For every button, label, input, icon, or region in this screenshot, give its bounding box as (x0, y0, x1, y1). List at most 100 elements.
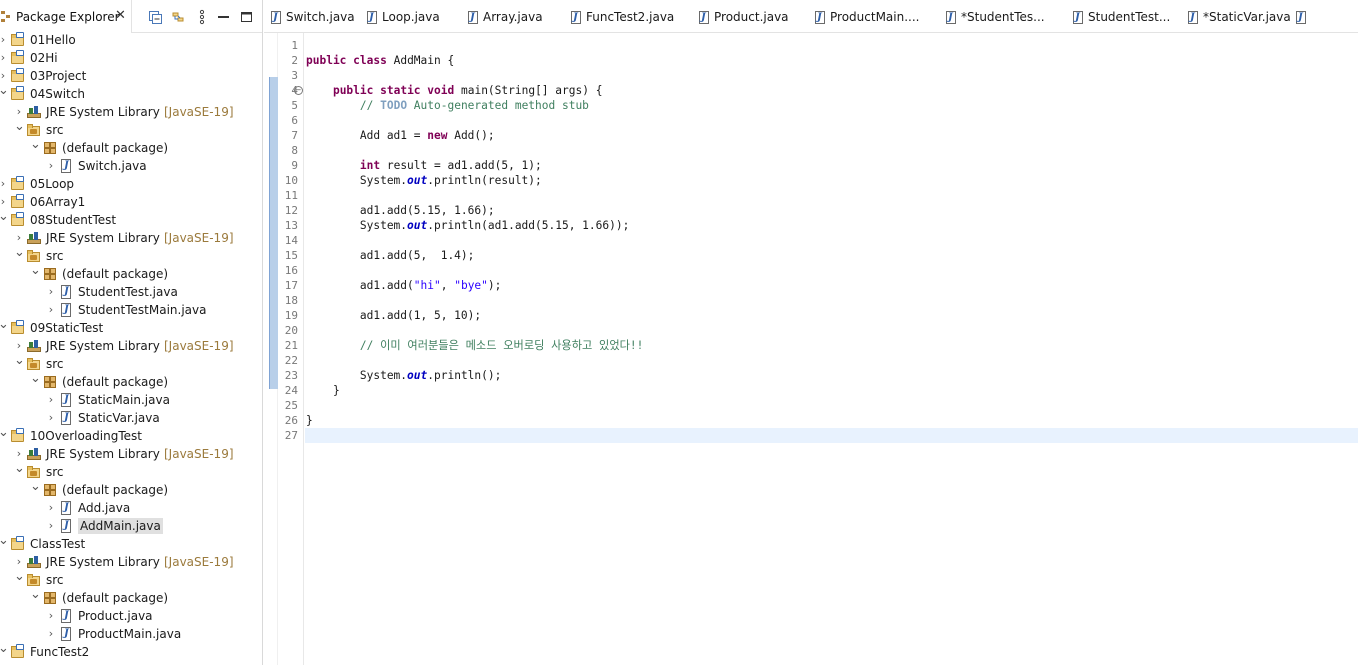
chevron-right-icon[interactable]: › (0, 34, 8, 46)
chevron-down-icon[interactable]: ⌄ (14, 120, 25, 133)
tree-item-project[interactable]: › 05Loop (0, 175, 262, 193)
tree-item-project[interactable]: › 01Hello (0, 31, 262, 49)
chevron-down-icon[interactable]: ⌄ (30, 138, 41, 151)
tree-item-project[interactable]: › 06Array1 (0, 193, 262, 211)
code-line[interactable]: // TODO Auto-generated method stub (306, 98, 589, 113)
chevron-right-icon[interactable]: › (46, 394, 56, 406)
editor-tab[interactable]: J FuncTest2.java (564, 0, 692, 32)
code-line[interactable]: // 이미 여러분들은 메소드 오버로딩 사용하고 있었다!! (306, 338, 644, 353)
tree-item-java[interactable]: › J StudentTestMain.java (0, 301, 262, 319)
tree-item-library[interactable]: › JRE System Library [JavaSE-19] (0, 553, 262, 571)
chevron-down-icon[interactable]: ⌄ (0, 84, 9, 97)
chevron-down-icon[interactable]: ⌄ (30, 372, 41, 385)
link-with-editor-icon[interactable] (170, 9, 186, 25)
tree-item-project[interactable]: ⌄ ClassTest (0, 534, 262, 553)
chevron-down-icon[interactable]: ⌄ (30, 588, 41, 601)
tree-item-package[interactable]: ⌄ (default package) (0, 372, 262, 391)
chevron-right-icon[interactable]: › (14, 340, 24, 352)
chevron-right-icon[interactable]: › (46, 286, 56, 298)
tree-item-project[interactable]: ⌄ 08StudentTest (0, 210, 262, 229)
code-line[interactable]: System.out.println(); (306, 368, 501, 383)
tree-item-project[interactable]: › 02Hi (0, 49, 262, 67)
collapse-all-icon[interactable] (147, 9, 163, 25)
chevron-right-icon[interactable]: › (46, 160, 56, 172)
chevron-right-icon[interactable]: › (14, 106, 24, 118)
chevron-down-icon[interactable]: ⌄ (14, 462, 25, 475)
code-line[interactable]: System.out.println(ad1.add(5.15, 1.66)); (306, 218, 629, 233)
tree-item-package[interactable]: ⌄ (default package) (0, 588, 262, 607)
code-line[interactable]: ad1.add(5, 1.4); (306, 248, 475, 263)
maximize-icon[interactable] (239, 9, 255, 25)
chevron-right-icon[interactable]: › (0, 178, 8, 190)
chevron-right-icon[interactable]: › (46, 610, 56, 622)
tree-item-java[interactable]: › J Add.java (0, 499, 262, 517)
tree-item-library[interactable]: › JRE System Library [JavaSE-19] (0, 337, 262, 355)
chevron-down-icon[interactable]: ⌄ (0, 426, 9, 439)
code-line[interactable]: ad1.add("hi", "bye"); (306, 278, 502, 293)
chevron-down-icon[interactable]: ⌄ (14, 246, 25, 259)
tree-item-java[interactable]: › J Switch.java (0, 157, 262, 175)
code-line[interactable]: Add ad1 = new Add(); (306, 128, 495, 143)
chevron-right-icon[interactable]: › (14, 232, 24, 244)
code-line[interactable]: public static void main(String[] args) { (306, 83, 602, 98)
tree-item-package[interactable]: ⌄ (default package) (0, 264, 262, 283)
tree-item-project[interactable]: › 03Project (0, 67, 262, 85)
fold-collapse-icon[interactable]: − (294, 86, 303, 95)
editor-tab[interactable]: J Product.java (692, 0, 808, 32)
view-menu-icon[interactable] (194, 9, 210, 25)
chevron-right-icon[interactable]: › (0, 196, 8, 208)
tree-item-java[interactable]: › J Product.java (0, 607, 262, 625)
tree-item-package[interactable]: ⌄ (default package) (0, 138, 262, 157)
chevron-right-icon[interactable]: › (14, 556, 24, 568)
chevron-right-icon[interactable]: › (0, 70, 8, 82)
tree-item-java[interactable]: › J ProductMain.java (0, 625, 262, 643)
code-line[interactable]: ad1.add(5.15, 1.66); (306, 203, 495, 218)
chevron-right-icon[interactable]: › (0, 52, 8, 64)
editor-tab[interactable]: J Array.java (461, 0, 564, 32)
chevron-down-icon[interactable]: ⌄ (30, 264, 41, 277)
code-line[interactable]: ad1.add(1, 5, 10); (306, 308, 481, 323)
code-line[interactable]: } (306, 383, 340, 398)
chevron-down-icon[interactable]: ⌄ (0, 318, 9, 331)
code-line[interactable]: } (306, 413, 313, 428)
code-line[interactable]: public class AddMain { (306, 53, 454, 68)
chevron-right-icon[interactable]: › (14, 448, 24, 460)
chevron-down-icon[interactable]: ⌄ (14, 354, 25, 367)
editor-tab[interactable]: J Loop.java (360, 0, 461, 32)
package-explorer-tab[interactable]: Package Explorer ✕ (0, 0, 132, 33)
tree-item-java[interactable]: › J AddMain.java (0, 517, 262, 535)
java-file-icon[interactable]: J (1295, 11, 1307, 25)
chevron-right-icon[interactable]: › (46, 628, 56, 640)
editor-tab[interactable]: J *StudentTes... (939, 0, 1066, 32)
tree-item-java[interactable]: › J StudentTest.java (0, 283, 262, 301)
chevron-down-icon[interactable]: ⌄ (0, 210, 9, 223)
tree-item-project[interactable]: ⌄ 09StaticTest (0, 318, 262, 337)
chevron-right-icon[interactable]: › (46, 520, 56, 532)
tree-item-java[interactable]: › J StaticVar.java (0, 409, 262, 427)
chevron-down-icon[interactable]: ⌄ (0, 534, 9, 547)
tree-item-project[interactable]: ⌄ 04Switch (0, 84, 262, 103)
chevron-right-icon[interactable]: › (46, 304, 56, 316)
editor-tab[interactable]: J Switch.java (264, 0, 360, 32)
minimize-icon[interactable] (216, 9, 232, 25)
chevron-down-icon[interactable]: ⌄ (30, 480, 41, 493)
close-icon[interactable]: ✕ (115, 9, 126, 22)
tree-item-project[interactable]: ⌄ 10OverloadingTest (0, 426, 262, 445)
tree-item-library[interactable]: › JRE System Library [JavaSE-19] (0, 229, 262, 247)
chevron-down-icon[interactable]: ⌄ (14, 570, 25, 583)
code-area[interactable]: 1 2 3 4−5 6 7 8 9 10 11 12 13 14 15 16 17 18 19 20 21 22 23 24… (264, 33, 1358, 665)
tree-item-library[interactable]: › JRE System Library [JavaSE-19] (0, 103, 262, 121)
code-line[interactable]: int result = ad1.add(5, 1); (306, 158, 542, 173)
tree-item-package[interactable]: ⌄ (default package) (0, 480, 262, 499)
chevron-down-icon[interactable]: ⌄ (0, 642, 9, 655)
editor-tab[interactable]: J ProductMain.... (808, 0, 939, 32)
tree-item-label: JRE System Library (46, 555, 160, 569)
chevron-right-icon[interactable]: › (46, 412, 56, 424)
code-line[interactable]: System.out.println(result); (306, 173, 542, 188)
chevron-right-icon[interactable]: › (46, 502, 56, 514)
editor-tab[interactable]: J StudentTest... (1066, 0, 1181, 32)
tree-item-java[interactable]: › J StaticMain.java (0, 391, 262, 409)
tree-item-library[interactable]: › JRE System Library [JavaSE-19] (0, 445, 262, 463)
editor-tab[interactable]: J *StaticVar.java (1181, 0, 1297, 32)
tree-item-project[interactable]: ⌄ FuncTest2 (0, 642, 262, 661)
